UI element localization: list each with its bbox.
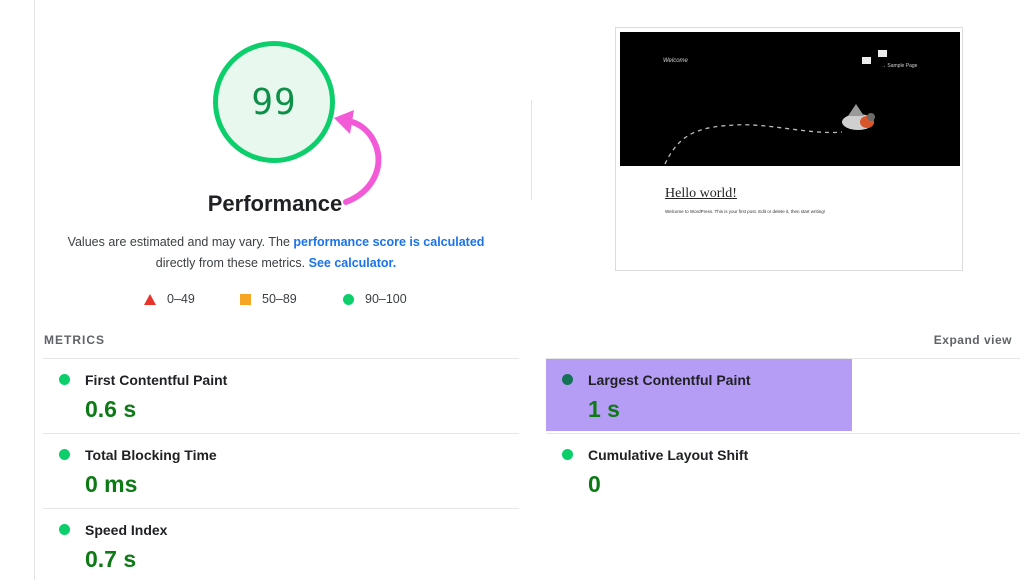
green-circle-icon	[59, 449, 70, 460]
metrics-heading: METRICS	[44, 333, 105, 347]
metric-value: 0.7 s	[85, 546, 137, 572]
green-circle-icon	[343, 293, 354, 305]
column-divider	[531, 100, 532, 200]
metric-row-divider	[852, 358, 1020, 431]
metric-label: First Contentful Paint	[85, 372, 228, 388]
metric-value: 0.6 s	[85, 396, 137, 422]
final-screenshot-thumbnail[interactable]: Welcome → Sample Page Hello world! Welco…	[615, 27, 963, 271]
legend-item-average: 50–89	[240, 292, 297, 306]
metric-value: 0	[588, 471, 601, 497]
metric-value: 1 s	[588, 396, 620, 422]
green-circle-icon	[59, 374, 70, 385]
bird-illustration	[664, 104, 875, 165]
metric-label: Total Blocking Time	[85, 447, 217, 463]
metric-largest-contentful-paint: Largest Contentful Paint 1 s	[546, 358, 852, 431]
score-description: Values are estimated and may vary. The p…	[60, 232, 492, 274]
expand-view-toggle[interactable]: Expand view	[934, 333, 1012, 347]
legend-item-fail: 0–49	[144, 292, 195, 306]
metric-cumulative-layout-shift: Cumulative Layout Shift 0	[546, 433, 1020, 506]
score-value: 99	[251, 81, 297, 123]
metric-label: Speed Index	[85, 522, 168, 538]
green-circle-icon	[562, 374, 573, 385]
metric-total-blocking-time: Total Blocking Time 0 ms	[43, 433, 519, 506]
thumbnail-post-title: Hello world!	[665, 186, 737, 201]
metric-first-contentful-paint: First Contentful Paint 0.6 s	[43, 358, 519, 431]
metric-value: 0 ms	[85, 471, 138, 497]
see-calculator-link[interactable]: See calculator.	[309, 256, 397, 270]
metric-label: Largest Contentful Paint	[588, 372, 751, 388]
performance-title: Performance	[207, 191, 343, 216]
legend-item-pass: 90–100	[343, 292, 407, 306]
metric-label: Cumulative Layout Shift	[588, 447, 749, 463]
legend-range: 90–100	[365, 292, 407, 306]
performance-score-gauge: 99	[213, 41, 335, 163]
metric-speed-index: Speed Index 0.7 s	[43, 508, 519, 581]
legend-range: 50–89	[262, 292, 297, 306]
legend-range: 0–49	[167, 292, 195, 306]
description-text: Values are estimated and may vary. The	[67, 235, 294, 249]
green-circle-icon	[562, 449, 573, 460]
left-divider	[34, 0, 35, 580]
green-circle-icon	[59, 524, 70, 535]
orange-square-icon	[240, 293, 251, 305]
description-text-2: directly from these metrics.	[155, 256, 309, 270]
thumbnail-hero-image: Welcome → Sample Page	[620, 32, 960, 166]
red-triangle-icon	[144, 293, 156, 305]
performance-score-link[interactable]: performance score is calculated	[293, 235, 484, 249]
thumbnail-post-body: Welcome to WordPress. This is your first…	[665, 209, 826, 214]
